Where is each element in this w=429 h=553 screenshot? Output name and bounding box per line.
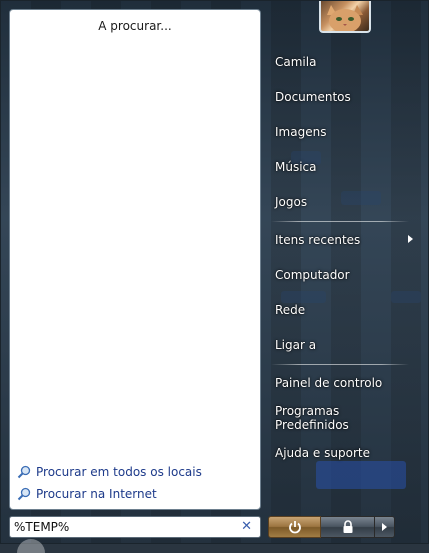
user-avatar[interactable]	[319, 1, 371, 33]
menu-item-network[interactable]: Rede	[266, 295, 416, 325]
search-results-pane: A procurar... Procurar em todos os locai…	[9, 9, 261, 510]
menu-item-label: Ajuda e suporte	[275, 446, 370, 460]
searching-status: A procurar...	[98, 19, 172, 33]
power-controls	[268, 516, 395, 538]
lock-button[interactable]	[321, 516, 375, 538]
power-icon	[288, 521, 301, 534]
menu-item-user[interactable]: Camila	[266, 47, 416, 77]
search-internet-link[interactable]: Procurar na Internet	[17, 485, 157, 503]
menu-item-connect-to[interactable]: Ligar a	[266, 330, 416, 360]
start-search-box[interactable]: ✕	[9, 516, 261, 538]
menu-item-label: Música	[275, 160, 317, 174]
menu-item-music[interactable]: Música	[266, 152, 416, 182]
menu-item-label: Itens recentes	[275, 233, 361, 247]
menu-item-label: Computador	[275, 268, 350, 282]
chevron-right-icon	[408, 235, 413, 243]
start-orb[interactable]	[17, 539, 45, 553]
menu-separator	[271, 221, 409, 222]
close-icon[interactable]: ✕	[241, 520, 252, 534]
menu-item-label: Documentos	[275, 90, 351, 104]
menu-item-label: Camila	[275, 55, 317, 69]
menu-item-help-support[interactable]: Ajuda e suporte	[266, 438, 416, 468]
menu-separator	[271, 364, 409, 365]
cat-avatar-icon	[327, 5, 363, 31]
search-internet-label: Procurar na Internet	[36, 487, 157, 501]
search-icon	[17, 465, 31, 479]
menu-item-documents[interactable]: Documentos	[266, 82, 416, 112]
menu-item-control-panel[interactable]: Painel de controlo	[266, 368, 416, 398]
power-button[interactable]	[268, 516, 321, 538]
search-icon	[17, 487, 31, 501]
search-everywhere-link[interactable]: Procurar em todos os locais	[17, 463, 202, 481]
menu-item-label: Painel de controlo	[275, 376, 383, 390]
menu-item-pictures[interactable]: Imagens	[266, 117, 416, 147]
menu-item-label: Rede	[275, 303, 306, 317]
chevron-right-icon	[382, 523, 387, 531]
menu-item-recent-items[interactable]: Itens recentes	[266, 225, 416, 255]
start-menu: A procurar... Procurar em todos os locai…	[0, 0, 429, 553]
search-input[interactable]	[10, 518, 234, 536]
menu-item-label: Programas Predefinidos	[275, 404, 349, 432]
menu-item-computer[interactable]: Computador	[266, 260, 416, 290]
shutdown-options-button[interactable]	[375, 516, 395, 538]
menu-item-games[interactable]: Jogos	[266, 187, 416, 217]
menu-item-default-programs[interactable]: Programas Predefinidos	[266, 403, 416, 433]
menu-item-label: Imagens	[275, 125, 327, 139]
lock-icon	[343, 520, 352, 533]
search-everywhere-label: Procurar em todos os locais	[36, 465, 202, 479]
menu-item-label: Ligar a	[275, 338, 317, 352]
menu-item-label: Jogos	[275, 195, 308, 209]
